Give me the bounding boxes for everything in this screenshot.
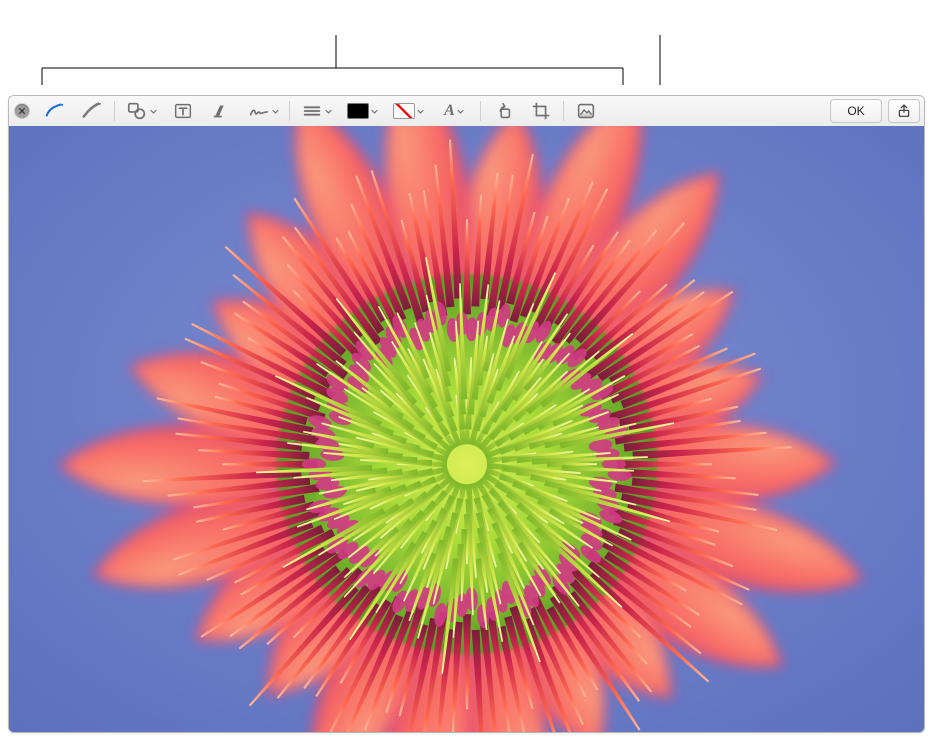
text-style-tool[interactable]: A — [432, 99, 476, 123]
image-canvas[interactable] — [9, 126, 924, 732]
fill-color-swatch — [393, 103, 415, 119]
share-button[interactable] — [888, 99, 920, 123]
chevron-down-icon — [272, 108, 279, 115]
chevron-down-icon — [417, 108, 424, 115]
callout-lines — [0, 0, 931, 95]
markup-toolbar: A — [9, 96, 924, 127]
ok-button[interactable]: OK — [830, 99, 882, 123]
highlight-tool[interactable] — [203, 99, 239, 123]
shape-style-tool[interactable] — [294, 99, 338, 123]
ok-button-label: OK — [847, 104, 864, 118]
separator — [563, 101, 564, 121]
fill-color-tool[interactable] — [386, 99, 430, 123]
draw-tool[interactable] — [74, 99, 110, 123]
share-icon — [896, 103, 912, 119]
image-description-icon — [575, 100, 597, 122]
sign-tool[interactable] — [241, 99, 285, 123]
rotate-icon — [492, 100, 514, 122]
highlight-icon — [210, 100, 232, 122]
draw-icon — [81, 100, 103, 122]
crop-icon — [530, 100, 552, 122]
flower-image — [9, 126, 924, 732]
image-description-tool[interactable] — [568, 99, 604, 123]
crop-tool[interactable] — [523, 99, 559, 123]
separator — [114, 101, 115, 121]
chevron-down-icon — [325, 108, 332, 115]
close-button[interactable] — [15, 104, 29, 118]
markup-window: A — [8, 95, 925, 733]
chevron-down-icon — [150, 108, 157, 115]
shape-style-icon — [301, 100, 323, 122]
separator — [289, 101, 290, 121]
sketch-icon — [43, 100, 65, 122]
close-icon — [18, 107, 26, 115]
shapes-icon — [126, 100, 148, 122]
shapes-tool[interactable] — [119, 99, 163, 123]
text-icon — [172, 100, 194, 122]
border-color-tool[interactable] — [340, 99, 384, 123]
rotate-tool[interactable] — [485, 99, 521, 123]
border-color-swatch — [347, 103, 369, 119]
sign-icon — [248, 100, 270, 122]
sketch-tool[interactable] — [36, 99, 72, 123]
chevron-down-icon — [457, 108, 464, 115]
text-style-icon: A — [444, 102, 455, 120]
chevron-down-icon — [371, 108, 378, 115]
separator — [480, 101, 481, 121]
text-tool[interactable] — [165, 99, 201, 123]
